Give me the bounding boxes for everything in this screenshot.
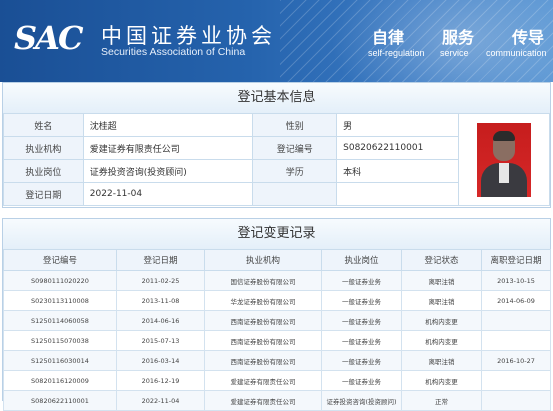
table-row: S1250115070038 2015-07-13 西南证券股份有限公司 一般证… — [3, 330, 551, 351]
cell-org: 华龙证券股份有限公司 — [204, 290, 322, 311]
col-reg-date: 登记日期 — [116, 249, 205, 271]
cell-status: 离职注销 — [401, 290, 482, 311]
cell-leave-date: 2014-06-09 — [481, 290, 551, 311]
cell-leave-date: 2016-10-27 — [481, 350, 551, 371]
position-label: 执业岗位 — [3, 159, 84, 183]
cell-reg-no: S1250115070038 — [3, 330, 117, 351]
cell-leave-date: 2013-10-15 — [481, 270, 551, 291]
cell-reg-no: S1250116030014 — [3, 350, 117, 371]
basic-info-table: 姓名 沈桂超 性别 男 执业机构 爱建证券有限责任公司 登记编号 S082062… — [3, 113, 550, 206]
cell-reg-no: S1250114060058 — [3, 310, 117, 331]
col-reg-no: 登记编号 — [3, 249, 117, 271]
table-row: S0980111020220 2011-02-25 国信证券股份有限公司 一般证… — [3, 270, 551, 291]
cell-status: 机构内变更 — [401, 310, 482, 331]
table-row: S0820116120009 2016-12-19 爱建证券有限责任公司 一般证… — [3, 370, 551, 391]
empty-label — [252, 182, 338, 206]
reg-date-label: 登记日期 — [3, 182, 84, 206]
cell-leave-date — [481, 330, 551, 351]
cell-reg-date: 2016-12-19 — [116, 370, 205, 391]
name-label: 姓名 — [3, 113, 84, 137]
photo-cell — [458, 113, 550, 206]
table-row: S0230113110008 2013-11-08 华龙证券股份有限公司 一般证… — [3, 290, 551, 311]
slogan-en-1: self-regulation — [368, 48, 425, 58]
empty-value — [336, 182, 460, 206]
education-label: 学历 — [252, 159, 338, 183]
col-status: 登记状态 — [401, 249, 482, 271]
col-leave-date: 离职登记日期 — [481, 249, 551, 271]
col-position: 执业岗位 — [321, 249, 402, 271]
position-value: 证券投资咨询(投资顾问) — [82, 159, 254, 183]
org-label: 执业机构 — [3, 136, 84, 160]
cell-reg-date: 2015-07-13 — [116, 330, 205, 351]
cell-reg-no: S0820116120009 — [3, 370, 117, 391]
cell-leave-date — [481, 310, 551, 331]
cell-reg-date: 2016-03-14 — [116, 350, 205, 371]
cell-reg-no: S0980111020220 — [3, 270, 117, 291]
sac-logo[interactable]: SAC — [14, 22, 83, 54]
cell-reg-no: S0230113110008 — [3, 290, 117, 311]
site-header: SAC 中国证券业协会 Securities Association of Ch… — [0, 0, 553, 82]
cell-status: 机构内变更 — [401, 330, 482, 351]
reg-date-value: 2022-11-04 — [82, 182, 254, 206]
gender-value: 男 — [336, 113, 460, 137]
cell-reg-date: 2014-06-16 — [116, 310, 205, 331]
cell-position: 一般证券业务 — [321, 270, 402, 291]
slogan-cn-2: 服务 — [442, 28, 475, 47]
org-name-en: Securities Association of China — [101, 46, 246, 58]
cell-leave-date — [481, 370, 551, 391]
change-records-panel: 登记变更记录 登记编号 登记日期 执业机构 执业岗位 登记状态 离职登记日期 S… — [2, 218, 551, 411]
slogan-cn-1: 自律 — [372, 28, 405, 47]
cell-position: 一般证券业务 — [321, 310, 402, 331]
cell-org: 西南证券股份有限公司 — [204, 350, 322, 371]
cell-status: 机构内变更 — [401, 370, 482, 391]
reg-no-label: 登记编号 — [252, 136, 338, 160]
reg-no-value: S0820622110001 — [336, 136, 460, 160]
slogan-en-3: communication — [486, 48, 547, 58]
table-row: S1250116030014 2016-03-14 西南证券股份有限公司 一般证… — [3, 350, 551, 371]
cell-org: 西南证券股份有限公司 — [204, 330, 322, 351]
cell-org: 国信证券股份有限公司 — [204, 270, 322, 291]
education-value: 本科 — [336, 159, 460, 183]
cell-position: 一般证券业务 — [321, 330, 402, 351]
cell-reg-date: 2013-11-08 — [116, 290, 205, 311]
cell-position: 一般证券业务 — [321, 290, 402, 311]
cell-status: 离职注销 — [401, 270, 482, 291]
basic-info-title: 登记基本信息 — [3, 83, 550, 114]
cell-reg-date: 2011-02-25 — [116, 270, 205, 291]
cell-position: 一般证券业务 — [321, 370, 402, 391]
change-records-table: 登记编号 登记日期 执业机构 执业岗位 登记状态 离职登记日期 S0980111… — [3, 249, 551, 411]
col-org: 执业机构 — [204, 249, 322, 271]
person-photo — [477, 122, 532, 197]
table-row: S1250114060058 2014-06-16 西南证券股份有限公司 一般证… — [3, 310, 551, 331]
cell-position: 一般证券业务 — [321, 350, 402, 371]
cell-org: 西南证券股份有限公司 — [204, 310, 322, 331]
org-value: 爱建证券有限责任公司 — [82, 136, 254, 160]
gender-label: 性别 — [252, 113, 338, 137]
slogan-cn-3: 传导 — [512, 28, 545, 47]
change-records-title: 登记变更记录 — [3, 219, 550, 250]
name-value: 沈桂超 — [82, 113, 254, 137]
slogan-en-2: service — [440, 48, 469, 58]
cell-status: 离职注销 — [401, 350, 482, 371]
basic-info-panel: 登记基本信息 姓名 沈桂超 性别 男 执业机构 爱建证券有限责任公司 登记编号 … — [2, 82, 551, 208]
cell-org: 爱建证券有限责任公司 — [204, 370, 322, 391]
